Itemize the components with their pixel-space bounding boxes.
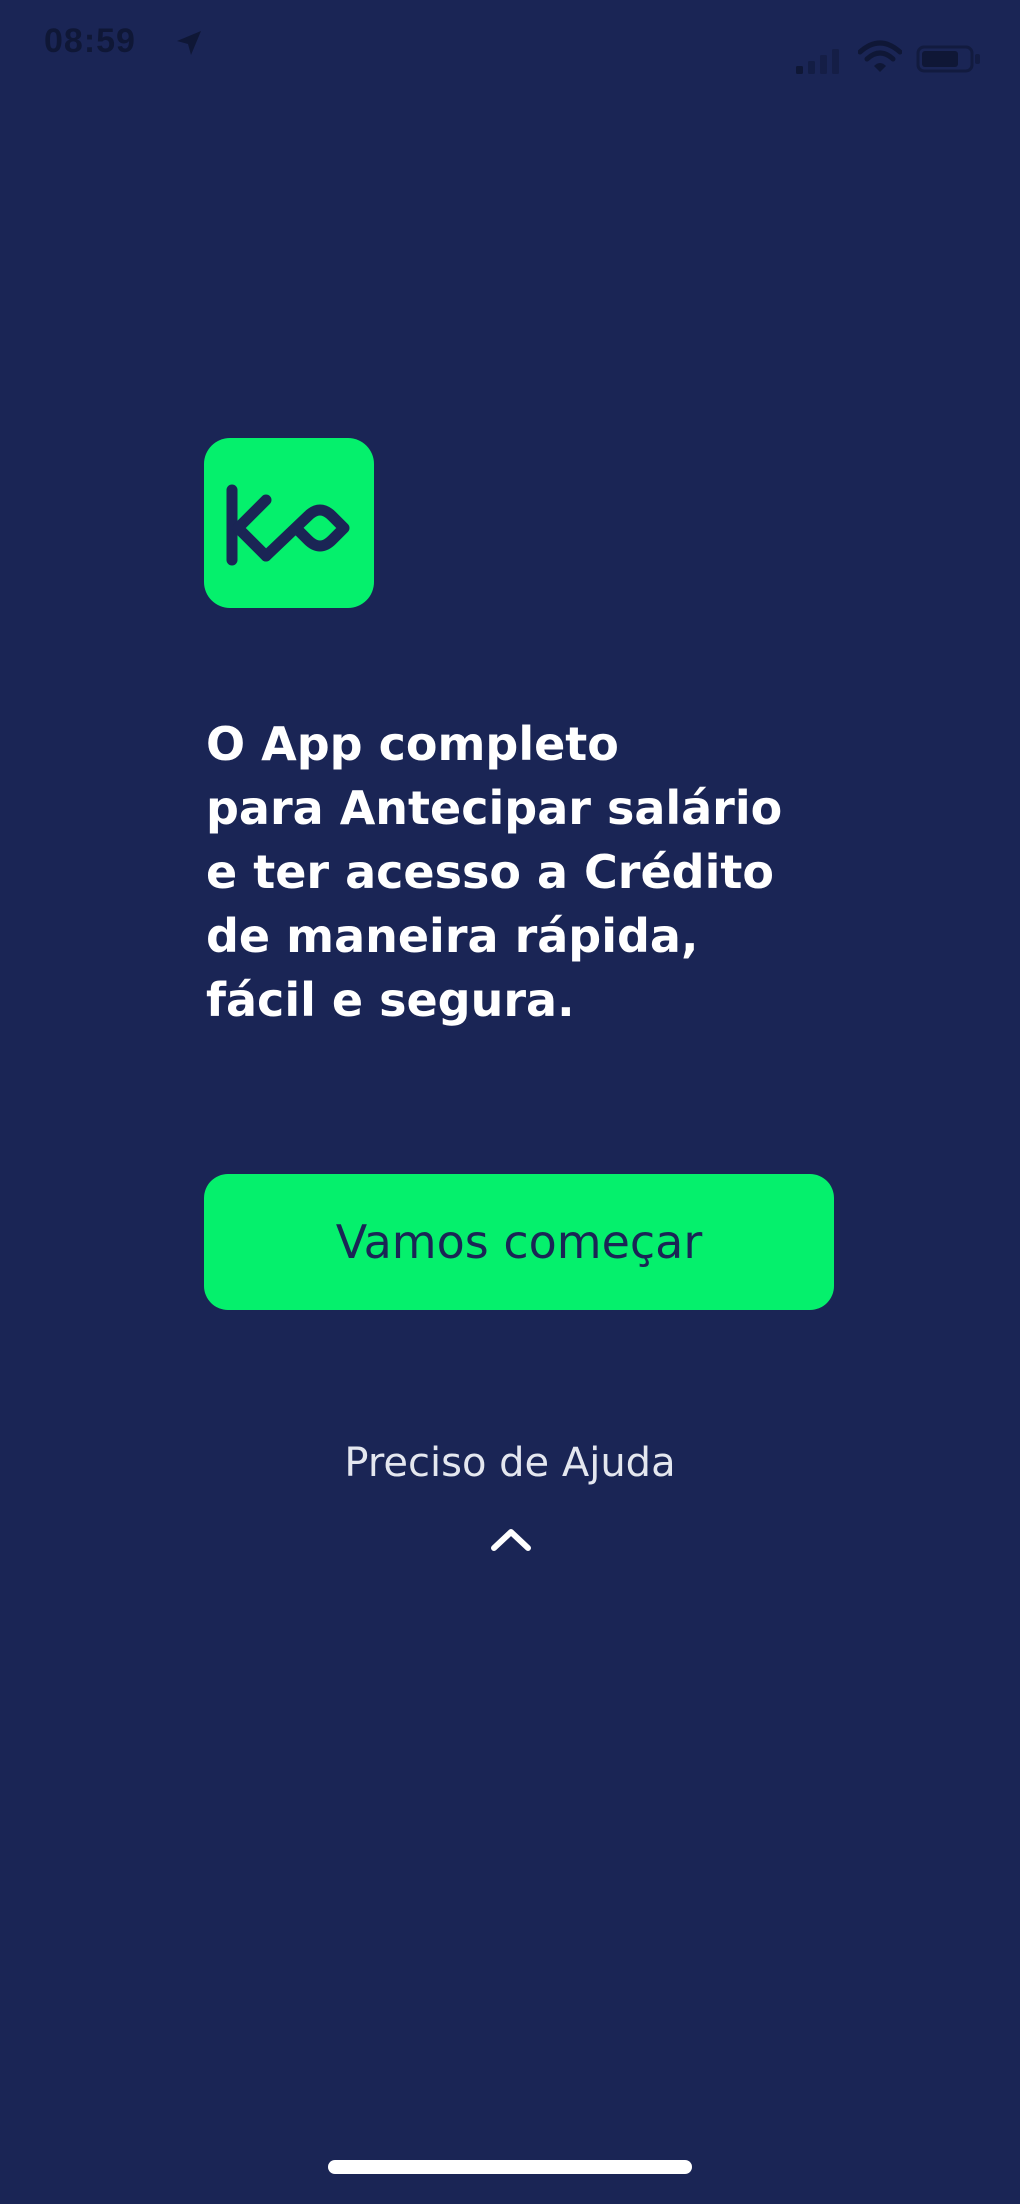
chevron-up-icon[interactable] (488, 1524, 534, 1554)
home-indicator[interactable] (328, 2160, 692, 2174)
ko-infinity-logo-icon (226, 484, 350, 566)
location-arrow-icon (177, 31, 201, 55)
help-link[interactable]: Preciso de Ajuda (300, 1440, 720, 1486)
cellular-signal-icon (796, 49, 839, 74)
onboarding-headline: O App completo para Antecipar salário e … (206, 717, 783, 1027)
battery-icon (916, 45, 980, 73)
app-logo (204, 438, 374, 608)
wifi-icon (858, 40, 902, 72)
status-time: 08:59 (44, 22, 136, 60)
start-button[interactable]: Vamos começar (204, 1174, 834, 1310)
status-bar: 08:59 (0, 0, 1020, 90)
